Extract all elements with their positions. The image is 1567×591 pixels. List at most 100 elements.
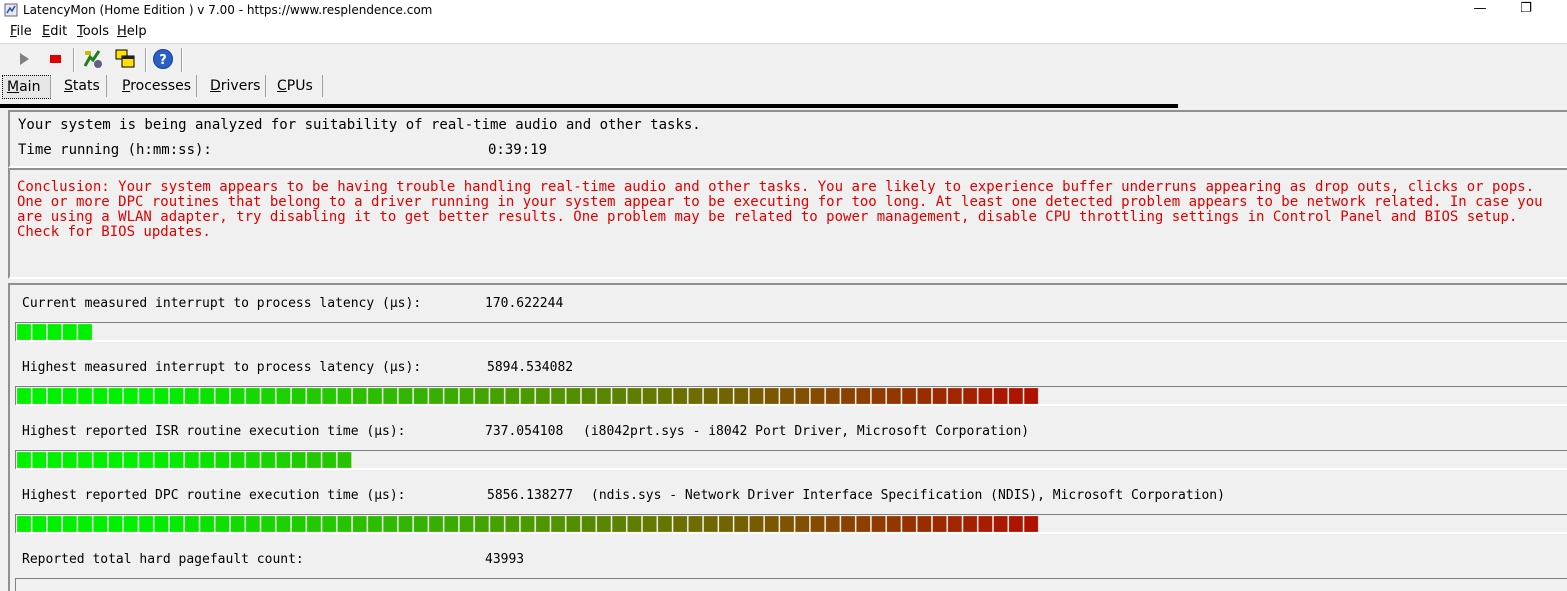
highest-latency-label: Highest measured interrupt to process la…	[22, 360, 422, 375]
dpc-meter-segment	[581, 516, 596, 533]
dpc-meter-segment	[108, 516, 123, 533]
highest-meter-segment	[215, 388, 230, 405]
stop-icon[interactable]	[44, 48, 66, 70]
highest-meter-segment	[627, 388, 642, 405]
highest-meter-segment	[642, 388, 657, 405]
dpc-meter-segment	[230, 516, 245, 533]
dpc-time-value: 5856.138277	[487, 488, 574, 503]
menu-bar: File Edit Tools Help	[0, 21, 1567, 43]
status-panel: Your system is being analyzed for suitab…	[8, 110, 1567, 168]
dpc-meter-segment	[825, 516, 841, 533]
highest-meter-segment	[474, 388, 490, 405]
highest-latency-value: 5894.534082	[487, 360, 574, 375]
highest-meter-segment	[123, 388, 139, 405]
isr-meter-segment	[215, 452, 230, 469]
current-meter-segment	[62, 324, 78, 341]
highest-meter-segment	[489, 388, 505, 405]
dpc-meter-segment	[535, 516, 551, 533]
isr-meter-segment	[17, 452, 32, 469]
current-latency-label: Current measured interrupt to process la…	[22, 296, 422, 311]
highest-meter-segment	[199, 388, 215, 405]
dpc-meter-segment	[367, 516, 383, 533]
current-latency-meter	[15, 322, 1567, 342]
pagefault-meter	[15, 578, 1567, 591]
highest-meter-segment	[657, 388, 673, 405]
dpc-meter-segment	[657, 516, 673, 533]
menu-help[interactable]: Help	[117, 24, 147, 39]
dpc-meter-segment	[474, 516, 490, 533]
driver-icon[interactable]	[82, 48, 104, 70]
highest-meter-segment	[917, 388, 932, 405]
tab-drivers[interactable]: Drivers	[200, 75, 266, 97]
isr-meter-segment	[62, 452, 78, 469]
current-meter-segment	[17, 324, 32, 341]
highest-meter-segment	[459, 388, 474, 405]
highest-meter-segment	[108, 388, 123, 405]
dpc-meter-segment	[901, 516, 917, 533]
highest-meter-segment	[764, 388, 780, 405]
highest-meter-segment	[93, 388, 108, 405]
highest-meter-segment	[962, 388, 978, 405]
highest-meter-segment	[382, 388, 398, 405]
help-icon[interactable]: ?	[152, 48, 174, 70]
current-latency-value: 170.622244	[485, 296, 564, 311]
dpc-meter-segment	[443, 516, 459, 533]
highest-meter-segment	[398, 388, 413, 405]
toolbar-separator	[145, 48, 147, 72]
highest-latency-meter	[15, 386, 1567, 406]
tab-stats[interactable]: Stats	[52, 75, 107, 97]
dpc-time-label: Highest reported DPC routine execution t…	[22, 488, 406, 503]
restore-button[interactable]: ❐	[1503, 0, 1549, 21]
highest-meter-segment	[611, 388, 627, 405]
dpc-meter-segment	[1023, 516, 1039, 533]
isr-meter-segment	[47, 452, 62, 469]
isr-meter-segment	[169, 452, 184, 469]
isr-meter-segment	[154, 452, 169, 469]
dpc-meter-segment	[550, 516, 566, 533]
highest-meter-segment	[718, 388, 734, 405]
windows-icon[interactable]	[114, 48, 136, 70]
dpc-meter-segment	[93, 516, 108, 533]
minimize-button[interactable]: —	[1457, 0, 1503, 21]
dpc-meter-segment	[47, 516, 62, 533]
highest-meter-segment	[855, 388, 871, 405]
highest-meter-segment	[810, 388, 825, 405]
highest-meter-segment	[520, 388, 535, 405]
isr-meter-segment	[245, 452, 261, 469]
isr-time-value: 737.054108	[485, 424, 564, 439]
dpc-meter-segment	[993, 516, 1008, 533]
isr-meter-segment	[321, 452, 337, 469]
menu-file[interactable]: File	[10, 24, 32, 39]
tab-cpus[interactable]: CPUs	[269, 75, 323, 97]
highest-meter-segment	[840, 388, 856, 405]
isr-meter-segment	[123, 452, 139, 469]
dpc-meter-segment	[672, 516, 688, 533]
play-icon[interactable]	[13, 48, 35, 70]
highest-meter-segment	[901, 388, 917, 405]
highest-meter-segment	[1023, 388, 1039, 405]
highest-meter-segment	[276, 388, 291, 405]
tab-divider	[0, 104, 1178, 108]
title-bar: LatencyMon (Home Edition ) v 7.00 - http…	[0, 0, 1567, 21]
svg-text:?: ?	[159, 53, 167, 68]
tab-main[interactable]: Main	[2, 75, 51, 99]
menu-tools[interactable]: Tools	[77, 24, 109, 39]
analyzing-text: Your system is being analyzed for suitab…	[18, 117, 701, 133]
tab-processes[interactable]: Processes	[111, 75, 197, 97]
isr-time-meter	[15, 450, 1567, 470]
dpc-meter-segment	[749, 516, 764, 533]
dpc-meter-segment	[215, 516, 230, 533]
dpc-meter-segment	[337, 516, 352, 533]
highest-meter-segment	[688, 388, 703, 405]
dpc-meter-segment	[505, 516, 520, 533]
highest-meter-segment	[443, 388, 459, 405]
isr-meter-segment	[276, 452, 291, 469]
conclusion-panel: Conclusion: Your system appears to be ha…	[8, 168, 1567, 279]
menu-edit[interactable]: Edit	[42, 24, 67, 39]
current-meter-segment	[31, 324, 47, 341]
isr-meter-segment	[260, 452, 276, 469]
dpc-meter-segment	[886, 516, 902, 533]
dpc-time-meter	[15, 514, 1567, 534]
highest-meter-segment	[184, 388, 200, 405]
dpc-meter-segment	[1008, 516, 1024, 533]
